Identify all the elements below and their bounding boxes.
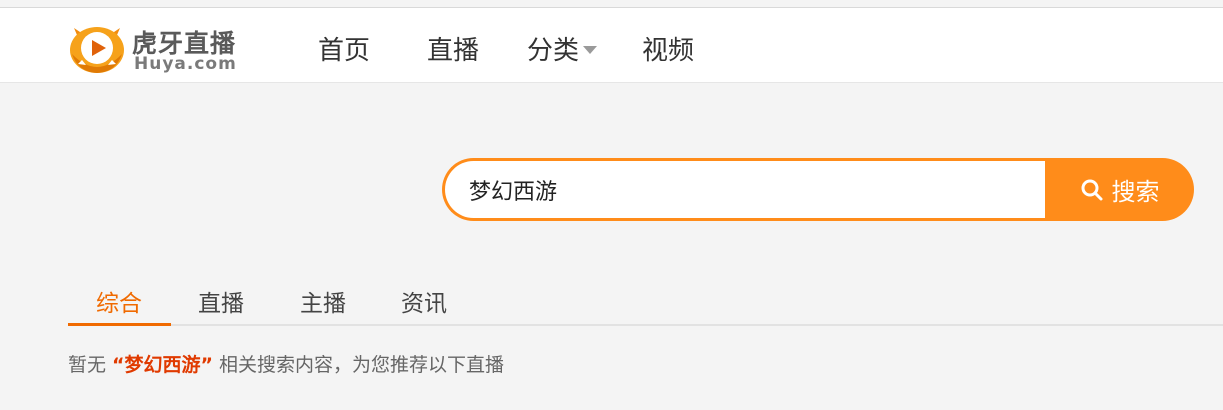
active-tab-underline [68, 323, 171, 326]
nav-item-home[interactable]: 首页 [318, 30, 370, 67]
tab-news[interactable]: 资讯 [401, 284, 447, 318]
huya-logo[interactable]: 虎牙直播 Huya.com [66, 20, 256, 76]
window-top-strip [0, 0, 1223, 7]
search-icon [1081, 179, 1102, 200]
tab-label: 直播 [198, 291, 244, 317]
nav-item-video[interactable]: 视频 [642, 30, 694, 67]
tab-streamers[interactable]: 主播 [300, 284, 346, 318]
chevron-down-icon [583, 45, 598, 54]
nav-item-label: 视频 [642, 36, 695, 66]
result-tabs: 综合 直播 主播 资讯 [68, 276, 1223, 326]
nav-item-label: 分类 [527, 36, 580, 66]
tab-all[interactable]: 综合 [96, 284, 142, 318]
tab-label: 资讯 [401, 291, 447, 317]
nav-item-live[interactable]: 直播 [427, 30, 479, 67]
tab-live[interactable]: 直播 [198, 284, 244, 318]
search-keyword: “梦幻西游” [112, 354, 213, 376]
search-input[interactable] [442, 158, 1047, 221]
brand-domain: Huya.com [134, 54, 237, 74]
tab-label: 主播 [300, 291, 346, 317]
message-suffix: 相关搜索内容，为您推荐以下直播 [219, 354, 505, 376]
nav-item-label: 首页 [318, 36, 371, 66]
nav-item-label: 直播 [427, 36, 480, 66]
no-results-message: 暂无 “梦幻西游” 相关搜索内容，为您推荐以下直播 [68, 350, 504, 377]
message-prefix: 暂无 [68, 354, 107, 376]
tab-label: 综合 [96, 291, 142, 317]
site-header: 虎牙直播 Huya.com 首页 直播 分类 视频 [0, 7, 1223, 83]
tiger-mascot-icon [70, 27, 124, 73]
nav-item-category[interactable]: 分类 [527, 30, 598, 67]
search-bar: 搜索 [442, 158, 1194, 221]
search-button[interactable]: 搜索 [1045, 158, 1194, 221]
search-button-label: 搜索 [1111, 179, 1160, 206]
